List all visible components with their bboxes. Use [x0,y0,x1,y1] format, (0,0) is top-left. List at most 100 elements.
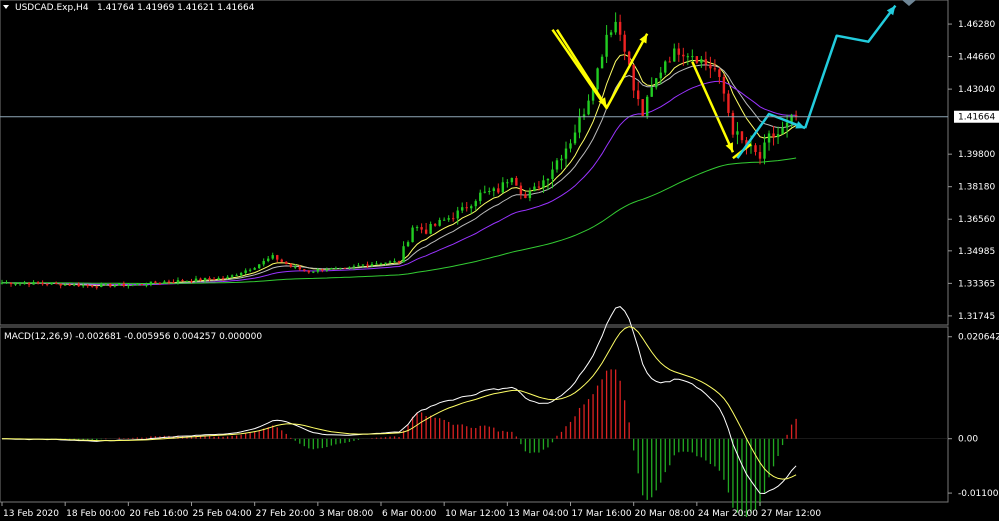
candle-body [77,284,80,287]
candle [731,110,735,138]
candle-body [27,283,31,285]
candle-body [375,263,378,265]
candle-body [167,281,171,283]
candle-body [122,283,126,286]
candle-body [36,282,40,284]
candle-body [483,191,486,193]
candle [646,94,649,119]
candle-body [303,269,306,271]
candle-body [420,227,423,230]
candle-body [438,219,441,226]
symbol-header: USDCAD.Exp,H4 [15,3,89,13]
candle-body [785,122,789,128]
time-tick-label: 25 Feb 04:00 [193,509,252,519]
candle-body [348,267,351,269]
price-tick-label: 1.44660 [958,53,995,63]
candle-body [267,258,270,262]
candle-body [736,131,739,135]
candle-body [82,285,85,287]
candle-body [203,278,207,281]
candle-body [632,64,635,91]
price-tick-label: 1.38180 [958,183,995,193]
candle-body [271,255,274,259]
candle-body [636,90,640,100]
candle-body [158,282,162,284]
candle-body [781,127,784,135]
chart-background [0,0,999,521]
candle-body [758,152,762,159]
time-tick-label: 27 Feb 20:00 [256,509,315,519]
candle-body [754,145,757,153]
candle-body [5,282,8,284]
candle-body [321,269,324,271]
candle-body [45,283,49,285]
candle-body [569,143,572,149]
candle-body [546,178,550,181]
candle-body [285,261,288,265]
candle-body [393,261,396,263]
candle-body [596,68,599,90]
time-tick-label: 24 Mar 20:00 [698,509,758,519]
candle-body [524,194,527,199]
candle-body [136,284,139,286]
price-tick-label: 1.31745 [958,312,995,322]
candle-body [370,264,374,266]
candle-body [54,282,58,284]
macd-tick-label: 0.020642 [958,333,999,343]
candle-body [560,158,563,161]
candle-body [740,131,744,141]
candle-body [402,246,405,263]
candle-body [605,34,608,57]
candle-body [208,278,211,280]
time-tick-label: 27 Mar 12:00 [761,509,821,519]
candle-body [461,207,464,211]
time-tick-label: 13 Feb 2020 [3,509,59,519]
candle-body [23,283,26,285]
candle-body [50,282,53,285]
candle-body [767,133,771,143]
candle-body [406,242,410,247]
candle-body [609,32,613,35]
candle-body [542,180,545,188]
macd-label: MACD(12,26,9) -0.002681 -0.005956 0.0042… [4,332,262,342]
candle-body [113,285,116,287]
candle-body [727,93,730,113]
candle-body [9,282,13,285]
ohlc-header: 1.41764 1.41969 1.41621 1.41664 [97,3,255,13]
candle-body [618,21,622,35]
candle-body [95,286,98,288]
candle-body [352,266,356,268]
candle-body [623,34,626,52]
candle-body [533,186,536,192]
candle-body [429,224,432,234]
candle-body [226,276,229,279]
candle-body [659,72,662,79]
candle-body [763,142,766,159]
candle-body [497,188,500,193]
candle-body [731,112,735,135]
time-tick-label: 6 Mar 00:00 [382,509,437,519]
candle-body [600,56,604,69]
candle-body [41,283,44,285]
candle-body [718,69,721,77]
candle-body [334,267,338,269]
candle-body [257,264,261,269]
candle [641,99,644,117]
candle-body [230,275,234,277]
candle-body [641,99,644,116]
candle-body [682,54,685,57]
macd-tick-label: -0.011007 [958,489,999,499]
candle-body [424,229,428,234]
candle-body [411,227,414,243]
candle-body [154,281,157,283]
candle-body [194,278,198,282]
candle-body [379,263,383,265]
candle-body [0,282,4,284]
candle-body [131,284,135,286]
time-tick-label: 20 Feb 16:00 [129,509,188,519]
mt4-chart[interactable]: USDCAD.Exp,H4 1.41764 1.41969 1.41621 1.… [0,0,999,521]
candle-body [646,96,649,116]
price-tick-label: 1.46280 [958,20,995,30]
candle-body [104,283,107,285]
candle-body [451,218,455,220]
